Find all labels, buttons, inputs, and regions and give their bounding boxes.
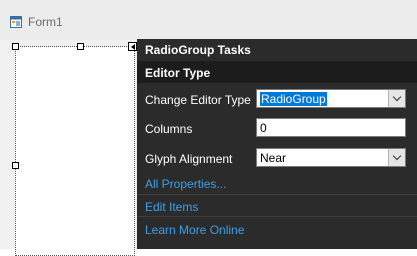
- section-header: Editor Type: [137, 61, 417, 83]
- smart-tag-arrow-icon[interactable]: [128, 42, 137, 51]
- learn-more-online-link[interactable]: Learn More Online: [145, 223, 244, 237]
- section-title: Editor Type: [145, 66, 211, 80]
- panel-title: RadioGroup Tasks: [145, 43, 251, 57]
- divider: [137, 194, 417, 195]
- editor-type-dropdown-button[interactable]: [388, 90, 405, 107]
- glyph-alignment-value: Near: [260, 151, 287, 165]
- columns-label: Columns: [145, 122, 193, 136]
- chevron-down-icon: [392, 151, 402, 161]
- divider: [137, 216, 417, 217]
- columns-input[interactable]: 0: [256, 118, 406, 137]
- resize-handle-top-middle[interactable]: [77, 43, 84, 50]
- chevron-down-icon: [392, 92, 402, 102]
- all-properties-link[interactable]: All Properties...: [145, 177, 226, 191]
- editor-type-dropdown[interactable]: RadioGroup: [256, 89, 406, 108]
- change-editor-type-label: Change Editor Type: [145, 93, 251, 107]
- glyph-alignment-dropdown[interactable]: Near: [256, 148, 406, 167]
- designer-form-titlebar[interactable]: Form1: [0, 0, 417, 40]
- glyph-alignment-label: Glyph Alignment: [145, 152, 233, 166]
- radio-group-control[interactable]: [15, 46, 135, 256]
- columns-value: 0: [260, 121, 267, 135]
- smart-tag-panel: RadioGroup Tasks Editor Type Change Edit…: [137, 39, 417, 249]
- form-title: Form1: [28, 15, 63, 29]
- resize-handle-top-left[interactable]: [12, 43, 19, 50]
- editor-type-value: RadioGroup: [260, 92, 327, 106]
- edit-items-link[interactable]: Edit Items: [145, 200, 198, 214]
- resize-handle-middle-left[interactable]: [12, 162, 19, 169]
- glyph-alignment-dropdown-button[interactable]: [388, 149, 405, 166]
- form-icon: [10, 16, 22, 28]
